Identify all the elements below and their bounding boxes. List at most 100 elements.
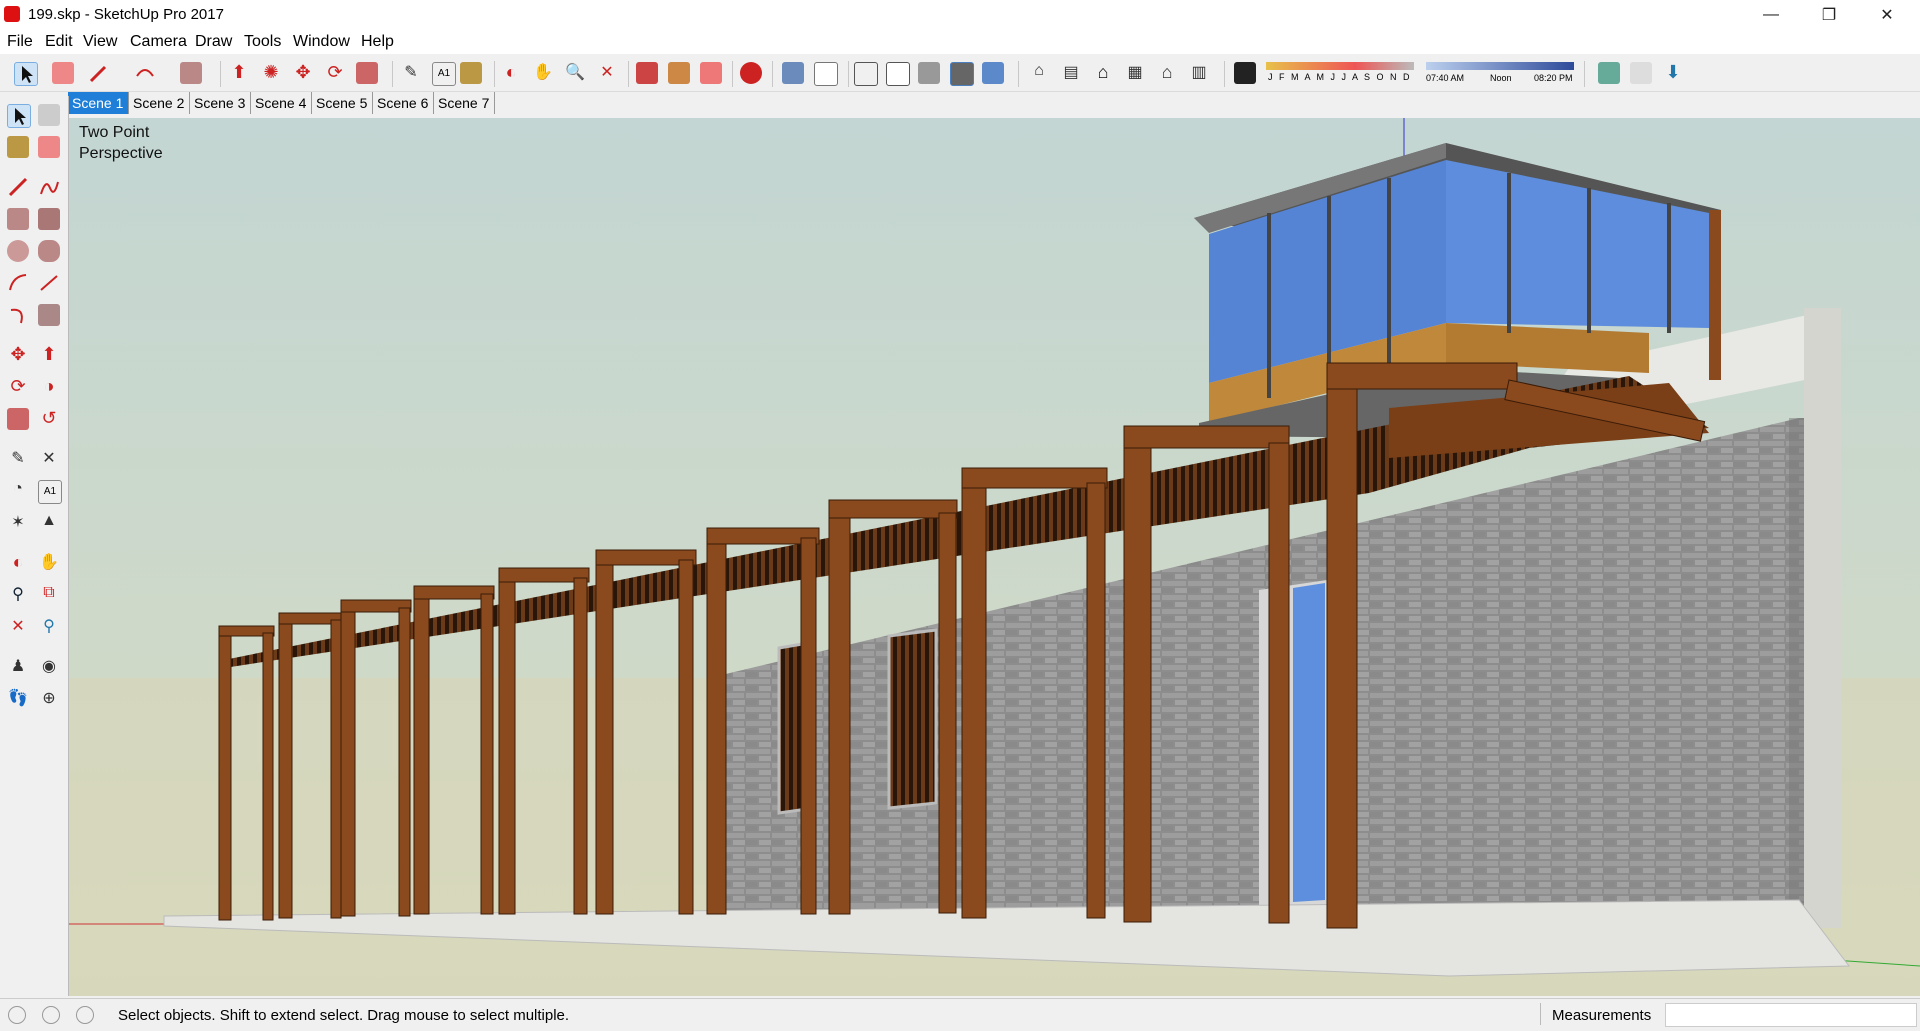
rotate-tool-icon[interactable]: ⟳: [324, 62, 346, 84]
tab-scene-5[interactable]: Scene 5: [312, 92, 373, 114]
polygon-icon[interactable]: [38, 240, 60, 262]
section-plane-icon[interactable]: ⊕: [38, 688, 60, 710]
iso-view-icon[interactable]: ⌂: [1028, 62, 1050, 84]
status-message: Select objects. Shift to extend select. …: [118, 1007, 570, 1024]
text-tool-icon[interactable]: A1: [432, 62, 456, 86]
3d-text-icon[interactable]: ▲: [38, 512, 60, 534]
offset-icon[interactable]: ↺: [38, 408, 60, 430]
credits-icon[interactable]: [42, 1006, 60, 1024]
back-view-icon[interactable]: ⌂: [1156, 62, 1178, 84]
add-location-icon[interactable]: [1598, 62, 1620, 84]
previous-view-icon[interactable]: ⚲: [38, 616, 60, 638]
xray-style-icon[interactable]: [782, 62, 804, 84]
move-icon[interactable]: ✥: [7, 344, 29, 366]
toggle-terrain-icon[interactable]: [1630, 62, 1652, 84]
freehand-icon[interactable]: [38, 176, 60, 198]
two-point-arc-icon[interactable]: [38, 272, 60, 294]
arc-tool-icon[interactable]: [134, 62, 156, 84]
tab-scene-2[interactable]: Scene 2: [129, 92, 190, 114]
rotated-rectangle-icon[interactable]: [38, 208, 60, 230]
tab-scene-4[interactable]: Scene 4: [251, 92, 312, 114]
tab-scene-1[interactable]: Scene 1: [68, 92, 129, 114]
measurements-input[interactable]: [1665, 1003, 1917, 1027]
select-icon[interactable]: [7, 104, 31, 128]
zoom-tool-icon[interactable]: 🔍: [564, 62, 586, 84]
paint-bucket-icon[interactable]: [460, 62, 482, 84]
photo-textures-icon[interactable]: ⬇: [1662, 62, 1684, 84]
extension-warehouse-icon[interactable]: [700, 62, 722, 84]
three-point-arc-icon[interactable]: [7, 304, 29, 326]
wireframe-style-icon[interactable]: [854, 62, 878, 86]
menu-view[interactable]: View: [83, 33, 117, 51]
zoom-window-icon[interactable]: ⧉: [38, 584, 60, 606]
arc-icon[interactable]: [7, 272, 29, 294]
select-tool-icon[interactable]: [14, 62, 38, 86]
ruby-console-icon[interactable]: [740, 62, 762, 84]
3d-warehouse-icon[interactable]: [636, 62, 658, 84]
menu-file[interactable]: File: [7, 33, 33, 51]
menu-tools[interactable]: Tools: [244, 33, 281, 51]
geolocation-icon[interactable]: [8, 1006, 26, 1024]
rectangle-tool-icon[interactable]: [180, 62, 202, 84]
line-icon[interactable]: [7, 176, 29, 198]
follow-me-tool-icon[interactable]: ◑: [38, 376, 60, 398]
orbit-tool-icon[interactable]: ◐: [500, 62, 522, 84]
tape-measure-tool-icon[interactable]: ✎: [7, 448, 29, 470]
protractor-icon[interactable]: ◔: [7, 480, 29, 502]
tab-scene-3[interactable]: Scene 3: [190, 92, 251, 114]
rotate-icon[interactable]: ⟳: [7, 376, 29, 398]
tab-scene-7[interactable]: Scene 7: [434, 92, 495, 114]
back-edges-style-icon[interactable]: [814, 62, 838, 86]
monochrome-style-icon[interactable]: [982, 62, 1004, 84]
menu-edit[interactable]: Edit: [45, 33, 73, 51]
front-view-icon[interactable]: ⌂: [1092, 62, 1114, 84]
shaded-style-icon[interactable]: [918, 62, 940, 84]
zoom-extents-tool-icon[interactable]: ✕: [7, 616, 29, 638]
maximize-button[interactable]: ❐: [1806, 0, 1852, 30]
hidden-line-style-icon[interactable]: [886, 62, 910, 86]
look-around-icon[interactable]: ◉: [38, 656, 60, 678]
model-viewport[interactable]: Two Point Perspective: [69, 118, 1920, 996]
menu-draw[interactable]: Draw: [195, 33, 232, 51]
time-slider[interactable]: [1426, 62, 1574, 70]
paint-icon[interactable]: [7, 136, 29, 158]
position-camera-icon[interactable]: ♟: [7, 656, 29, 678]
pencil-tool-icon[interactable]: [88, 62, 110, 84]
scale-tool-icon[interactable]: [356, 62, 378, 84]
scale-icon[interactable]: [7, 408, 29, 430]
minimize-button[interactable]: —: [1748, 0, 1794, 30]
zoom-extents-icon[interactable]: ✕: [596, 62, 618, 84]
eraser-tool-icon[interactable]: [52, 62, 74, 84]
orbit-icon[interactable]: ◐: [7, 552, 29, 574]
tab-scene-6[interactable]: Scene 6: [373, 92, 434, 114]
top-view-icon[interactable]: ▤: [1060, 62, 1082, 84]
user-account-icon[interactable]: [76, 1006, 94, 1024]
shadows-toggle-icon[interactable]: [1234, 62, 1256, 84]
pie-icon[interactable]: [38, 304, 60, 326]
push-pull-icon[interactable]: ⬆: [228, 62, 250, 84]
circle-icon[interactable]: [7, 240, 29, 262]
share-model-icon[interactable]: [668, 62, 690, 84]
menu-camera[interactable]: Camera: [130, 33, 187, 51]
month-slider[interactable]: [1266, 62, 1414, 70]
tape-measure-icon[interactable]: ✎: [400, 62, 422, 84]
axes-icon[interactable]: ✶: [7, 512, 29, 534]
zoom-icon[interactable]: ⚲: [7, 584, 29, 606]
right-view-icon[interactable]: ▦: [1124, 62, 1146, 84]
menu-help[interactable]: Help: [361, 33, 394, 51]
follow-me-icon[interactable]: ✺: [260, 62, 282, 84]
left-view-icon[interactable]: ▥: [1188, 62, 1210, 84]
dimension-icon[interactable]: ✕: [38, 448, 60, 470]
pan-tool-icon[interactable]: ✋: [532, 62, 554, 84]
make-component-icon[interactable]: [38, 104, 60, 126]
close-button[interactable]: ✕: [1864, 0, 1910, 30]
eraser-icon[interactable]: [38, 136, 60, 158]
pan-icon[interactable]: ✋: [38, 552, 60, 574]
text-icon[interactable]: A1: [38, 480, 62, 504]
walk-icon[interactable]: 👣: [7, 688, 29, 710]
rectangle-icon[interactable]: [7, 208, 29, 230]
push-pull-tool-icon[interactable]: ⬆: [38, 344, 60, 366]
menu-window[interactable]: Window: [293, 33, 350, 51]
shaded-textures-style-icon[interactable]: [950, 62, 974, 86]
move-tool-icon[interactable]: ✥: [292, 62, 314, 84]
